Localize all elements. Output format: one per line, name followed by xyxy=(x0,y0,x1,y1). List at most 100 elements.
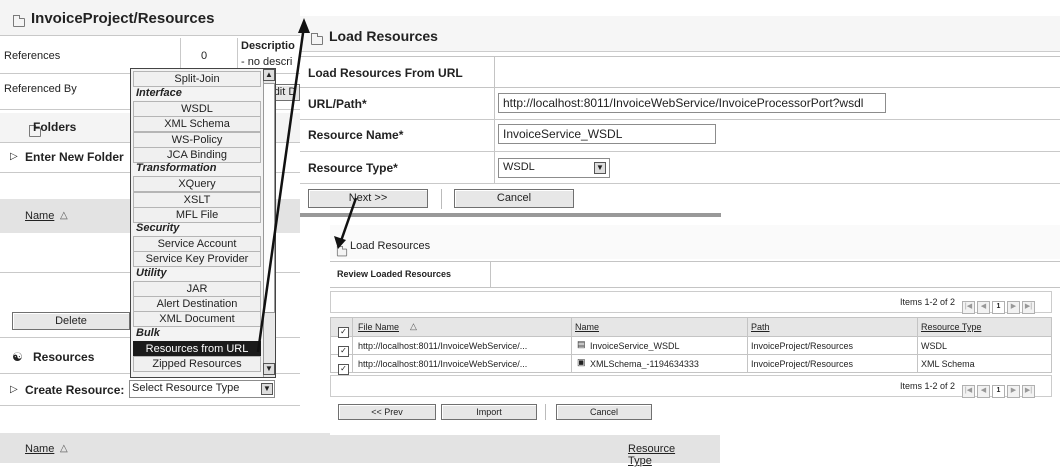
cancel-button[interactable]: Cancel xyxy=(454,189,574,208)
prev-page-icon[interactable]: ◀ xyxy=(977,301,990,314)
menu-item[interactable]: XML Document xyxy=(133,311,261,328)
page-number[interactable]: 1 xyxy=(992,385,1005,398)
row-name: InvoiceService_WSDL xyxy=(590,341,680,351)
prev-page-icon[interactable]: ◀ xyxy=(977,385,990,398)
url-input[interactable]: http://localhost:8011/InvoiceWebService/… xyxy=(498,93,886,113)
resources-table-header xyxy=(0,433,720,463)
menu-list: Split-Join Interface WSDL XML Schema WS-Poli… xyxy=(133,71,261,375)
menu-item[interactable]: WSDL xyxy=(133,101,261,117)
referenced-by-label: Referenced By xyxy=(4,83,77,95)
divider xyxy=(545,404,546,420)
scroll-down-icon[interactable]: ▼ xyxy=(263,363,275,375)
scroll-up-icon[interactable]: ▲ xyxy=(263,69,275,81)
row-checkbox[interactable]: ✓ xyxy=(338,358,349,376)
sort-icon[interactable]: △ xyxy=(410,321,417,332)
folders-title: Folders xyxy=(33,120,77,134)
next-page-icon[interactable]: ▶ xyxy=(1007,301,1020,314)
xml-schema-icon: ▣ xyxy=(577,357,586,367)
column-header-name[interactable]: Name xyxy=(575,322,599,332)
divider xyxy=(0,405,300,406)
wsdl-icon: ▤ xyxy=(577,339,586,349)
pager-controls: |◀ ◀ 1 ▶ ▶| xyxy=(960,295,1035,314)
folder-icon xyxy=(13,15,25,28)
description-value: - no descri xyxy=(241,56,293,68)
page-number[interactable]: 1 xyxy=(992,301,1005,314)
dropdown-arrow-icon[interactable]: ▼ xyxy=(594,162,606,174)
review-resources-dialog: Load Resources Review Loaded Resources I… xyxy=(330,225,1060,435)
menu-group-label: Utility xyxy=(136,266,167,279)
divider xyxy=(490,261,491,288)
dropdown-arrow-icon[interactable]: ▼ xyxy=(261,383,273,395)
last-page-icon[interactable]: ▶| xyxy=(1022,301,1035,314)
dialog-bottom-border xyxy=(300,213,721,217)
dialog-title: Load Resources xyxy=(350,240,431,252)
resource-type-label: Resource Type* xyxy=(308,161,398,175)
menu-item[interactable]: Split-Join xyxy=(133,71,261,87)
dialog-header xyxy=(330,225,1060,259)
resource-type-column-header[interactable]: Resource Type xyxy=(628,443,675,467)
menu-group-label: Bulk xyxy=(136,326,160,339)
menu-item[interactable]: Service Account xyxy=(133,236,261,253)
column-header-path[interactable]: Path xyxy=(751,322,770,332)
row-type: XML Schema xyxy=(921,359,975,369)
folder-icon xyxy=(311,33,323,46)
resources-icon: ☯ xyxy=(12,350,23,364)
menu-item[interactable]: XSLT xyxy=(133,191,261,208)
column-header-file-name[interactable]: File Name xyxy=(358,322,399,332)
pager-controls: |◀ ◀ 1 ▶ ▶| xyxy=(960,379,1035,398)
menu-item[interactable]: JCA Binding xyxy=(133,146,261,163)
folder-icon xyxy=(336,246,348,257)
type-row xyxy=(300,152,1060,184)
row-path: InvoiceProject/Resources xyxy=(751,359,854,369)
next-page-icon[interactable]: ▶ xyxy=(1007,385,1020,398)
menu-item[interactable]: Service Key Provider xyxy=(133,251,261,268)
row-type: WSDL xyxy=(921,341,948,351)
delete-button[interactable]: Delete xyxy=(12,312,130,330)
menu-item[interactable]: JAR xyxy=(133,280,261,297)
menu-item[interactable]: Alert Destination xyxy=(133,296,261,312)
menu-group-label: Interface xyxy=(136,87,182,99)
first-page-icon[interactable]: |◀ xyxy=(962,385,975,398)
next-button[interactable]: Next >> xyxy=(308,189,428,208)
column-header-resource-type[interactable]: Resource Type xyxy=(921,322,981,332)
first-page-icon[interactable]: |◀ xyxy=(962,301,975,314)
section-title: Load Resources From URL xyxy=(308,66,463,80)
resource-type-select[interactable]: Select Resource Type xyxy=(129,380,275,398)
page-title: InvoiceProject/Resources xyxy=(31,10,215,27)
resource-type-select-value: WSDL xyxy=(503,161,535,173)
sort-icon[interactable]: △ xyxy=(60,210,68,221)
enter-new-folder-link[interactable]: Enter New Folder xyxy=(25,150,124,164)
resource-type-menu: Split-Join Interface WSDL XML Schema WS-Poli… xyxy=(130,68,276,378)
url-label: URL/Path* xyxy=(308,97,367,111)
scroll-thumb[interactable] xyxy=(263,83,275,313)
resource-name-input[interactable]: InvoiceService_WSDL xyxy=(498,124,716,144)
cancel-button[interactable]: Cancel xyxy=(556,404,652,420)
last-page-icon[interactable]: ▶| xyxy=(1022,385,1035,398)
menu-item[interactable]: XQuery xyxy=(133,176,261,193)
expand-arrow-icon[interactable]: ▷ xyxy=(10,151,18,162)
prev-button[interactable]: << Prev xyxy=(338,404,436,420)
name-column-header[interactable]: Name xyxy=(25,210,54,222)
pager-text: Items 1-2 of 2 xyxy=(900,297,956,307)
expand-arrow-icon[interactable]: ▷ xyxy=(10,384,18,395)
name-column-header[interactable]: Name xyxy=(25,443,54,455)
menu-group-label: Security xyxy=(136,222,180,235)
section-title: Review Loaded Resources xyxy=(337,269,452,279)
row-path: InvoiceProject/Resources xyxy=(751,341,854,351)
references-value: 0 xyxy=(201,50,208,62)
row-file-name: http://localhost:8011/InvoiceWebService/… xyxy=(358,341,528,351)
menu-group-label: Transformation xyxy=(136,162,217,175)
menu-item[interactable]: Zipped Resources xyxy=(133,355,261,372)
menu-item[interactable]: MFL File xyxy=(133,206,261,223)
resource-name-label: Resource Name* xyxy=(308,128,404,142)
menu-item[interactable]: Resources from URL xyxy=(133,340,261,357)
pager-text: Items 1-2 of 2 xyxy=(900,381,956,391)
import-button[interactable]: Import xyxy=(441,404,537,420)
resource-type-select-value: Select Resource Type xyxy=(132,382,240,394)
resources-title: Resources xyxy=(33,350,95,364)
references-label: References xyxy=(4,50,61,62)
sort-icon[interactable]: △ xyxy=(60,443,68,454)
dialog-title: Load Resources xyxy=(329,28,438,44)
menu-item[interactable]: WS-Policy xyxy=(133,131,261,148)
menu-item[interactable]: XML Schema xyxy=(133,116,261,133)
